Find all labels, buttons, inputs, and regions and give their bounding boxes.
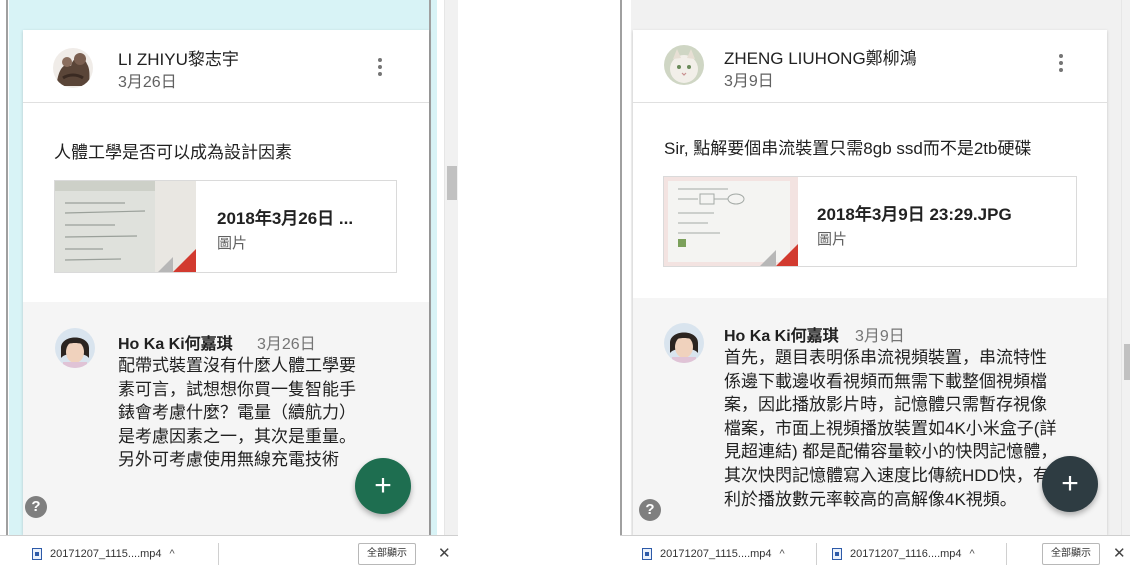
commenter-avatar	[55, 328, 95, 368]
download-item[interactable]: 20171207_1115....mp4 ^	[642, 536, 785, 570]
comment-line: 檔案，市面上視頻播放裝置如4K小米盒子(詳	[724, 418, 1057, 438]
help-icon[interactable]: ?	[25, 496, 47, 518]
post-date: 3月26日	[118, 74, 177, 91]
more-options-icon[interactable]	[368, 52, 392, 82]
chevron-up-icon[interactable]: ^	[780, 548, 785, 560]
comment-date: 3月9日	[855, 328, 905, 345]
download-filename: 20171207_1115....mp4	[50, 547, 162, 560]
attachment-name: 2018年3月26日 ...	[217, 209, 354, 228]
post-text: 人體工學是否可以成為設計因素	[54, 143, 292, 162]
comment-line: 案，因此播放影片時，記憶體只需暫存視像	[724, 395, 1047, 415]
show-all-button[interactable]: 全部顯示	[1042, 543, 1100, 565]
comment-line: 是考慮因素之一，其次是重量。	[118, 426, 356, 446]
show-all-button[interactable]: 全部顯示	[358, 543, 416, 565]
video-file-icon	[642, 547, 652, 560]
vertical-scrollbar[interactable]	[1121, 0, 1130, 535]
window-frame-line	[429, 0, 431, 535]
download-bar: 20171207_1115....mp4 ^ 20171207_1116....…	[620, 535, 1130, 570]
post-header: LI ZHIYU黎志宇 3月26日	[23, 30, 429, 103]
download-item[interactable]: 20171207_1116....mp4 ^	[832, 536, 975, 570]
attachment-name: 2018年3月9日 23:29.JPG	[817, 205, 1012, 224]
avatar-image	[664, 45, 704, 85]
more-options-icon[interactable]	[1049, 48, 1073, 78]
attachment-thumbnail	[664, 177, 798, 266]
attachment-card[interactable]: 2018年3月26日 ... 圖片	[54, 180, 397, 273]
photo-thumbnail-image	[664, 177, 798, 266]
video-file-icon	[32, 547, 42, 560]
avatar	[53, 48, 93, 88]
download-filename: 20171207_1116....mp4	[850, 547, 962, 560]
avatar-image	[53, 48, 93, 88]
video-file-icon	[832, 547, 842, 560]
scrollbar-thumb[interactable]	[1124, 344, 1130, 380]
comment-body: 首先，題目表明係串流視頻裝置，串流特性 係邊下載邊收看視頻而無需下載整個視頻檔 …	[724, 346, 1094, 511]
comment-line: 首先，題目表明係串流視頻裝置，串流特性	[724, 348, 1047, 367]
window-frame-line	[620, 0, 622, 535]
comment-author[interactable]: Ho Ka Ki何嘉琪	[724, 322, 839, 346]
attachment-type: 圖片	[817, 231, 848, 248]
post-text: Sir, 點解要個串流裝置只需8gb ssd而不是2tb硬碟	[664, 139, 1032, 158]
download-bar: 20171207_1115....mp4 ^ 全部顯示 ✕	[0, 535, 458, 570]
help-icon[interactable]: ?	[639, 499, 661, 521]
download-filename: 20171207_1115....mp4	[660, 547, 772, 560]
post-card: LI ZHIYU黎志宇 3月26日 人體工學是否可以成為設計因素 2018年3月…	[23, 30, 429, 535]
comment-line: 素可言，試想想你買一隻智能手	[118, 379, 356, 399]
post-author[interactable]: LI ZHIYU黎志宇	[118, 45, 239, 70]
add-comment-button[interactable]: +	[1042, 456, 1098, 512]
classroom-stream-right: ZHENG LIUHONG鄭柳鴻 3月9日 Sir, 點解要個串流裝置只需8gb…	[620, 0, 1130, 570]
download-item[interactable]: 20171207_1115....mp4 ^	[32, 536, 175, 570]
vertical-scrollbar[interactable]	[444, 0, 458, 535]
close-icon[interactable]: ✕	[438, 544, 451, 562]
photo-thumbnail-image	[55, 181, 196, 272]
divider	[1006, 543, 1007, 565]
chevron-up-icon[interactable]: ^	[170, 548, 175, 560]
comment-line: 其次快閃記憶體寫入速度比傳統HDD快，有	[724, 465, 1050, 485]
window-frame-line	[6, 0, 8, 535]
close-icon[interactable]: ✕	[1113, 544, 1126, 562]
divider	[218, 543, 219, 565]
avatar	[664, 45, 704, 85]
post-date: 3月9日	[724, 73, 774, 90]
scrollbar-thumb[interactable]	[447, 166, 457, 200]
comment-body: 配帶式裝置沒有什麼人體工學要 素可言，試想想你買一隻智能手 錶會考慮什麼？電量（…	[118, 354, 388, 472]
comment-line: 錶會考慮什麼？電量（續航力）	[118, 403, 356, 423]
comment-line: 配帶式裝置沒有什麼人體工學要	[118, 356, 356, 375]
post-card: ZHENG LIUHONG鄭柳鴻 3月9日 Sir, 點解要個串流裝置只需8gb…	[633, 30, 1107, 535]
divider	[816, 543, 817, 565]
attachment-type: 圖片	[217, 235, 248, 252]
comment-line: 另外可考慮使用無線充電技術	[118, 450, 339, 470]
attachment-card[interactable]: 2018年3月9日 23:29.JPG 圖片	[663, 176, 1077, 267]
comment-section: Ho Ka Ki何嘉琪 3月9日 首先，題目表明係串流視頻裝置，串流特性 係邊下…	[633, 298, 1107, 535]
commenter-photo	[55, 328, 95, 368]
attachment-thumbnail	[55, 181, 196, 272]
commenter-avatar	[664, 323, 704, 363]
comment-line: 利於播放數元率較高的高解像4K視頻。	[724, 489, 1017, 509]
post-header: ZHENG LIUHONG鄭柳鴻 3月9日	[633, 30, 1107, 103]
commenter-photo	[664, 323, 704, 363]
comment-author[interactable]: Ho Ka Ki何嘉琪	[118, 330, 233, 354]
chevron-up-icon[interactable]: ^	[970, 548, 975, 560]
classroom-stream-left: LI ZHIYU黎志宇 3月26日 人體工學是否可以成為設計因素 2018年3月…	[0, 0, 458, 570]
comment-line: 見超連結) 都是配備容量較小的快閃記憶體，	[724, 442, 1058, 462]
comment-line: 係邊下載邊收看視頻而無需下載整個視頻檔	[724, 371, 1047, 391]
comment-date: 3月26日	[257, 336, 316, 353]
post-author[interactable]: ZHENG LIUHONG鄭柳鴻	[724, 44, 917, 69]
add-comment-button[interactable]: +	[355, 458, 411, 514]
